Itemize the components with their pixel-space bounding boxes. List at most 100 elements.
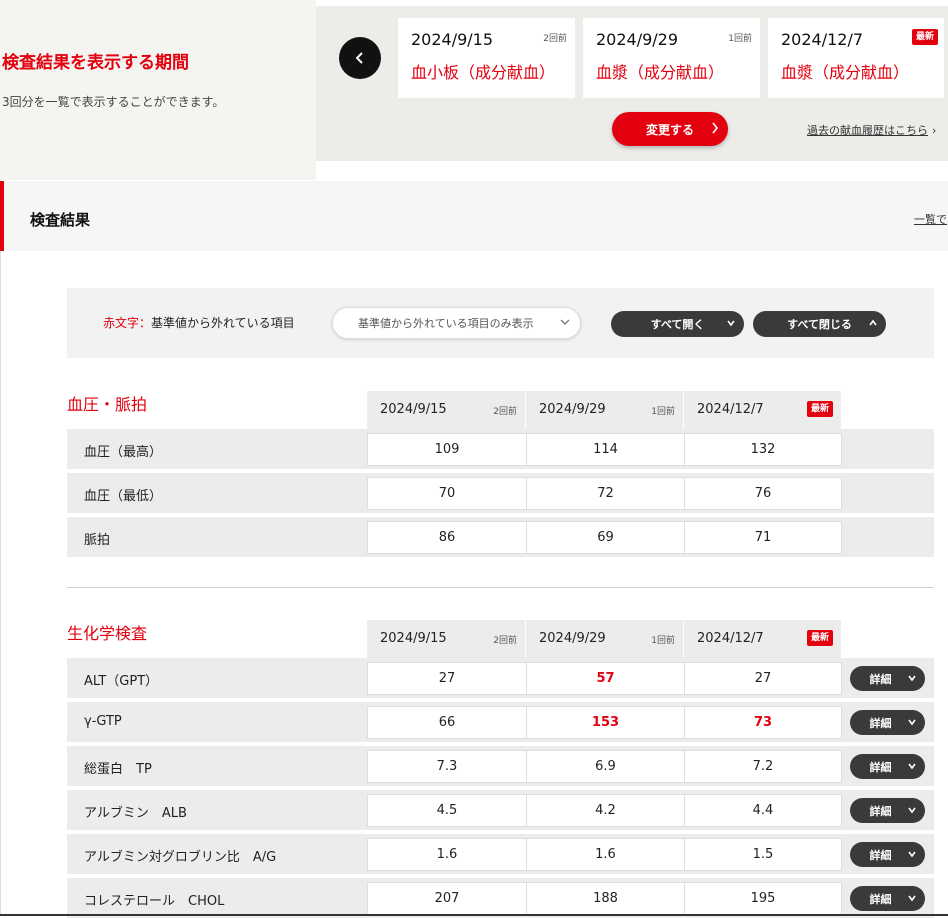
value-cell: 109 xyxy=(367,433,527,466)
column-note: 1回前 xyxy=(651,636,675,646)
row-label: アルブミン対グロブリン比 A/G xyxy=(84,850,277,865)
history-link-label: 過去の献血履歴はこちら xyxy=(807,124,928,137)
chevron-right-icon: › xyxy=(932,124,937,137)
row-label: 脈拍 xyxy=(84,533,111,548)
section-title-biochemistry: 生化学検査 xyxy=(67,624,148,643)
value-cell: 4.4 xyxy=(684,794,842,827)
section-divider xyxy=(67,587,934,588)
value-cell: 132 xyxy=(684,433,842,466)
value-cell-out-of-range: 73 xyxy=(684,706,842,739)
detail-button[interactable]: 詳細 xyxy=(850,710,925,735)
chevron-up-icon xyxy=(869,319,877,326)
value-cell: 188 xyxy=(526,882,685,915)
row-label: γ-GTP xyxy=(84,714,122,729)
filter-label: 基準値から外れている項目のみ表示 xyxy=(358,317,534,330)
value-cell: 69 xyxy=(526,521,685,554)
previous-period-button[interactable] xyxy=(339,37,381,79)
chevron-down-icon xyxy=(560,319,570,325)
value-cell: 71 xyxy=(684,521,842,554)
change-period-button[interactable]: 変更する xyxy=(612,112,728,146)
period-card-1[interactable]: 2024/9/15 2回前 血小板（成分献血） xyxy=(398,18,575,98)
chevron-right-icon xyxy=(712,122,719,134)
value-cell: 195 xyxy=(684,882,842,915)
chevron-down-icon xyxy=(908,895,916,902)
collapse-all-button[interactable]: すべて閉じる xyxy=(753,311,886,337)
period-card-2[interactable]: 2024/9/29 1回前 血漿（成分献血） xyxy=(583,18,760,98)
chevron-down-icon xyxy=(908,675,916,682)
results-header xyxy=(0,181,948,251)
results-title: 検査結果 xyxy=(30,211,91,229)
row-label: 血圧（最低） xyxy=(84,489,163,504)
column-date: 2024/9/29 xyxy=(539,631,606,646)
chevron-down-icon xyxy=(908,763,916,770)
period-title: 検査結果を表示する期間 xyxy=(2,53,189,73)
row-label: 総蛋白 TP xyxy=(84,762,152,777)
column-header-2: 2024/9/29 1回前 xyxy=(526,620,684,658)
value-cell: 1.5 xyxy=(684,838,842,871)
detail-label: 詳細 xyxy=(869,760,892,774)
chevron-down-icon xyxy=(727,320,735,327)
column-note: 2回前 xyxy=(493,407,517,417)
detail-button[interactable]: 詳細 xyxy=(850,754,925,779)
expand-all-label: すべて開く xyxy=(650,318,705,331)
row-label: アルブミン ALB xyxy=(84,806,187,821)
card-date: 2024/9/15 xyxy=(411,30,494,49)
detail-button[interactable]: 詳細 xyxy=(850,798,925,823)
period-subtitle: 3回分を一覧で表示することができます。 xyxy=(2,95,225,109)
detail-button[interactable]: 詳細 xyxy=(850,886,925,911)
value-cell: 27 xyxy=(367,662,527,695)
donation-history-link[interactable]: 過去の献血履歴はこちら › xyxy=(807,122,936,138)
detail-button[interactable]: 詳細 xyxy=(850,666,925,691)
card-donation-type: 血小板（成分献血） xyxy=(411,63,556,82)
row-label: 血圧（最高） xyxy=(84,445,163,460)
card-donation-type: 血漿（成分献血） xyxy=(781,63,910,82)
value-cell-out-of-range: 57 xyxy=(526,662,685,695)
latest-badge: 最新 xyxy=(806,401,833,417)
value-cell: 66 xyxy=(367,706,527,739)
expand-all-button[interactable]: すべて開く xyxy=(611,311,744,337)
value-cell: 4.2 xyxy=(526,794,685,827)
value-cell-out-of-range: 153 xyxy=(526,706,685,739)
value-cell: 1.6 xyxy=(367,838,527,871)
detail-label: 詳細 xyxy=(869,892,892,906)
row-label: コレステロール CHOL xyxy=(84,894,225,909)
latest-badge: 最新 xyxy=(911,29,938,45)
value-cell: 72 xyxy=(526,477,685,510)
value-cell: 6.9 xyxy=(526,750,685,783)
value-cell: 114 xyxy=(526,433,685,466)
latest-badge: 最新 xyxy=(806,630,833,646)
change-label: 変更する xyxy=(645,122,694,137)
value-cell: 70 xyxy=(367,477,527,510)
period-card-3[interactable]: 2024/12/7 最新 血漿（成分献血） xyxy=(768,18,944,98)
card-note: 2回前 xyxy=(543,34,567,44)
card-date: 2024/12/7 xyxy=(781,30,864,49)
card-date: 2024/9/29 xyxy=(596,30,679,49)
column-date: 2024/9/29 xyxy=(539,402,606,417)
value-cell: 7.3 xyxy=(367,750,527,783)
out-of-range-filter-select[interactable]: 基準値から外れている項目のみ表示 xyxy=(332,307,581,339)
column-date: 2024/9/15 xyxy=(380,631,447,646)
detail-label: 詳細 xyxy=(869,848,892,862)
chevron-left-icon xyxy=(355,52,363,64)
detail-label: 詳細 xyxy=(869,716,892,730)
legend-red-label: 赤文字： xyxy=(103,316,152,330)
column-header-3: 2024/12/7 最新 xyxy=(684,620,842,658)
legend: 赤文字：基準値から外れている項目 xyxy=(103,314,295,331)
list-view-link[interactable]: 一覧で xyxy=(914,211,947,227)
section-title-blood-pressure: 血圧・脈拍 xyxy=(67,395,148,414)
value-cell: 1.6 xyxy=(526,838,685,871)
detail-label: 詳細 xyxy=(869,804,892,818)
period-panel xyxy=(0,0,316,180)
collapse-all-label: すべて閉じる xyxy=(787,318,852,331)
value-cell: 76 xyxy=(684,477,842,510)
value-cell: 207 xyxy=(367,882,527,915)
column-header-1: 2024/9/15 2回前 xyxy=(367,620,526,658)
value-cell: 7.2 xyxy=(684,750,842,783)
row-label: ALT（GPT） xyxy=(84,674,159,689)
detail-button[interactable]: 詳細 xyxy=(850,842,925,867)
chevron-down-icon xyxy=(908,807,916,814)
column-header-1: 2024/9/15 2回前 xyxy=(367,391,526,429)
value-cell: 86 xyxy=(367,521,527,554)
column-date: 2024/12/7 xyxy=(697,402,764,417)
content-border xyxy=(0,251,1,916)
